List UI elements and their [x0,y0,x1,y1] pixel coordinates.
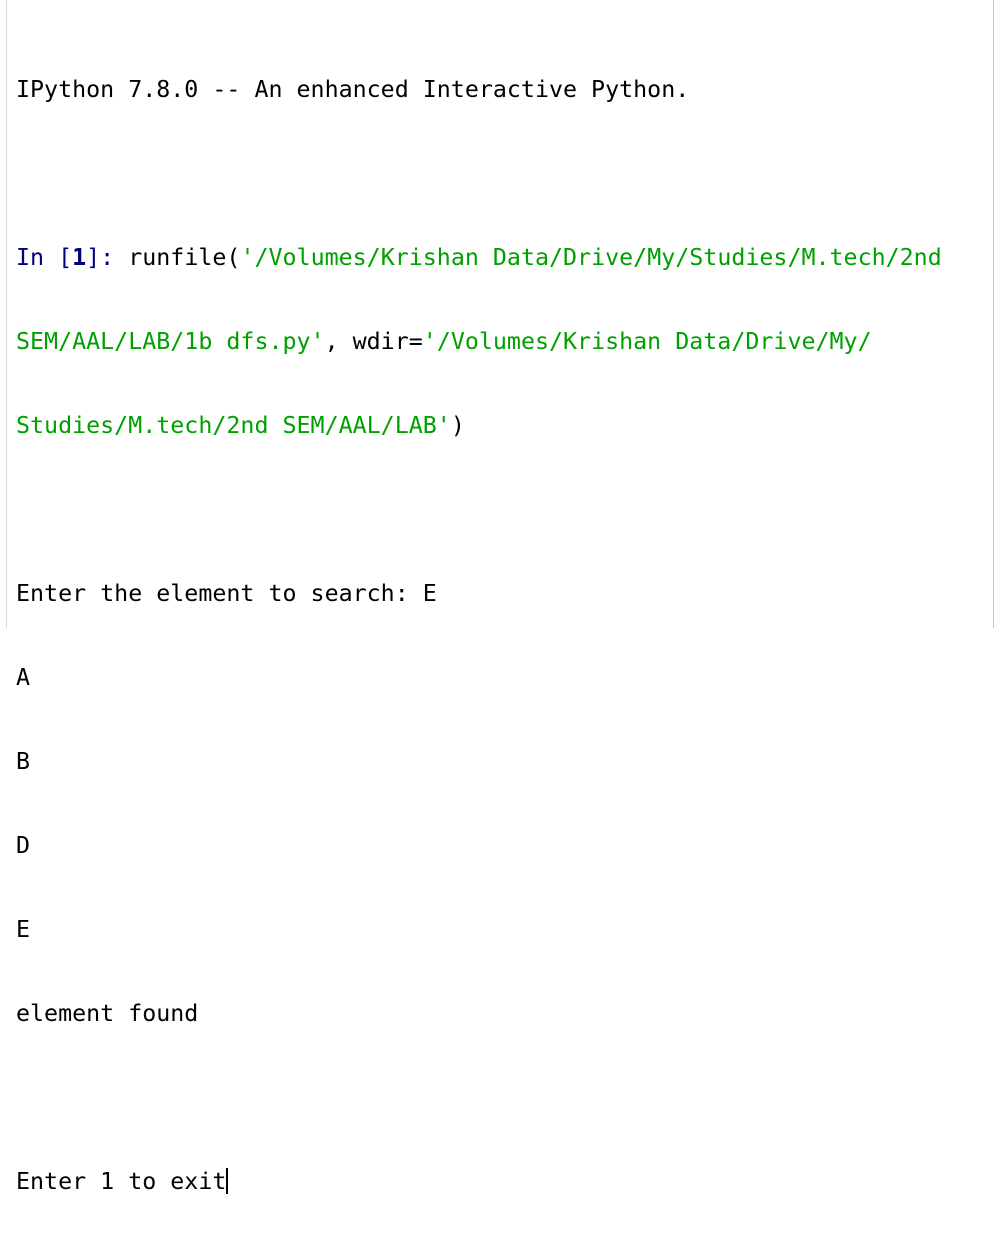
input-line-3: Studies/M.tech/2nd SEM/AAL/LAB') [16,412,465,439]
current-input-line[interactable]: Enter 1 to exit [16,1168,942,1196]
ipython-console[interactable]: IPython 7.8.0 -- An enhanced Interactive… [6,0,994,1195]
input-prompt: In [1]: [16,244,129,271]
input-line-2: SEM/AAL/LAB/1b dfs.py', wdir='/Volumes/K… [16,328,872,355]
output-line: element found [16,1000,199,1027]
text-cursor [226,1168,228,1194]
output-line: D [16,832,31,859]
output-line: E [16,916,31,943]
input-line-1: In [1]: runfile('/Volumes/Krishan Data/D… [16,244,942,271]
output-line: Enter the element to search: E [16,580,437,607]
output-line: A [16,664,31,691]
output-line: B [16,748,31,775]
banner: IPython 7.8.0 -- An enhanced Interactive… [16,76,690,103]
current-prompt: Enter 1 to exit [16,1168,227,1195]
